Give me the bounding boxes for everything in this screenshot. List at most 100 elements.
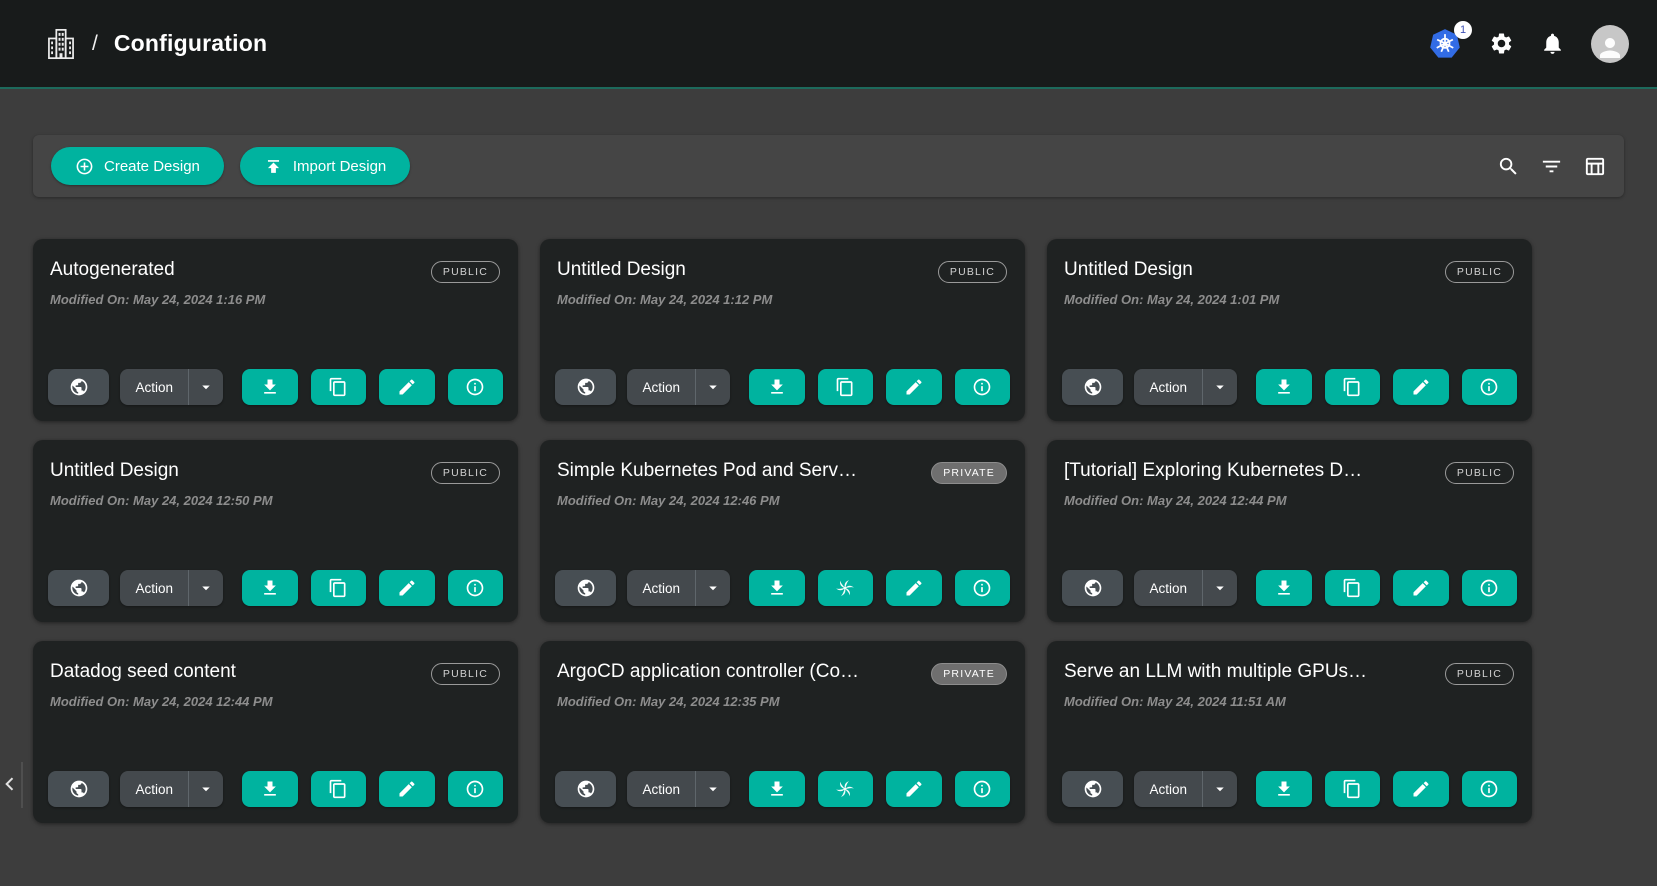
info-button[interactable] [1462,369,1518,405]
info-button[interactable] [1462,570,1518,606]
action-button[interactable]: Action [1134,369,1202,405]
clone-button[interactable] [818,369,874,405]
clone-button[interactable] [311,771,367,807]
info-icon [972,578,992,598]
clone-button[interactable] [311,570,367,606]
copy-icon [1342,779,1362,799]
chevron-down-icon [704,579,722,597]
publish-button[interactable] [48,771,109,807]
clone-button[interactable] [1325,771,1381,807]
copy-icon [1342,578,1362,598]
download-button[interactable] [242,570,298,606]
info-button[interactable] [448,369,504,405]
edit-button[interactable] [379,369,435,405]
action-dropdown-button[interactable] [695,771,730,807]
card-header: Untitled Design PUBLIC [1064,259,1514,283]
publish-button[interactable] [1062,369,1123,405]
publish-button[interactable] [555,369,616,405]
publish-button[interactable] [1062,570,1123,606]
appbar-actions: 1 [1429,25,1629,63]
publish-button[interactable] [1062,771,1123,807]
edit-button[interactable] [379,771,435,807]
visibility-badge: PRIVATE [931,462,1007,484]
chevron-down-icon [704,780,722,798]
action-split-button: Action [120,771,223,807]
person-icon [1595,33,1625,63]
download-button[interactable] [1256,570,1312,606]
notifications-button[interactable] [1540,31,1565,56]
download-button[interactable] [749,570,805,606]
edit-button[interactable] [1393,570,1449,606]
info-button[interactable] [955,771,1011,807]
clone-button[interactable] [1325,570,1381,606]
action-button[interactable]: Action [120,369,188,405]
table-view-button[interactable] [1583,155,1606,178]
design-title: ArgoCD application controller (Co… [557,661,859,683]
action-dropdown-button[interactable] [188,771,223,807]
action-button[interactable]: Action [627,570,695,606]
copy-icon [328,779,348,799]
publish-button[interactable] [48,369,109,405]
edit-button[interactable] [886,369,942,405]
edit-button[interactable] [1393,369,1449,405]
download-button[interactable] [242,771,298,807]
download-button[interactable] [1256,369,1312,405]
kubernetes-context-button[interactable]: 1 [1429,28,1463,60]
edit-button[interactable] [886,570,942,606]
clone-button[interactable] [311,369,367,405]
download-button[interactable] [1256,771,1312,807]
modified-on-text: Modified On: May 24, 2024 12:44 PM [50,694,500,709]
info-button[interactable] [448,771,504,807]
building-icon[interactable] [46,28,76,60]
clone-button[interactable] [818,771,874,807]
card-action-row: Action [1062,369,1517,405]
download-icon [1274,377,1294,397]
edit-button[interactable] [379,570,435,606]
publish-button[interactable] [555,771,616,807]
import-design-button[interactable]: Import Design [240,147,410,185]
download-icon [1274,578,1294,598]
action-button[interactable]: Action [627,771,695,807]
info-button[interactable] [448,570,504,606]
publish-button[interactable] [48,570,109,606]
search-button[interactable] [1497,155,1520,178]
designs-toolbar: Create Design Import Design [33,135,1624,197]
download-button[interactable] [242,369,298,405]
action-button[interactable]: Action [120,771,188,807]
download-icon [1274,779,1294,799]
card-header: Autogenerated PUBLIC [50,259,500,283]
edit-button[interactable] [1393,771,1449,807]
pencil-icon [397,578,417,598]
action-dropdown-button[interactable] [188,369,223,405]
action-button[interactable]: Action [627,369,695,405]
action-dropdown-button[interactable] [1202,771,1237,807]
info-button[interactable] [955,570,1011,606]
action-button[interactable]: Action [1134,771,1202,807]
filter-button[interactable] [1540,155,1563,178]
clone-button[interactable] [818,570,874,606]
user-avatar[interactable] [1591,25,1629,63]
edit-button[interactable] [886,771,942,807]
action-dropdown-button[interactable] [695,570,730,606]
design-title: [Tutorial] Exploring Kubernetes D… [1064,460,1362,482]
info-button[interactable] [955,369,1011,405]
download-button[interactable] [749,369,805,405]
settings-button[interactable] [1489,31,1514,56]
publish-button[interactable] [555,570,616,606]
action-dropdown-button[interactable] [188,570,223,606]
create-design-button[interactable]: Create Design [51,147,224,185]
action-button[interactable]: Action [120,570,188,606]
info-icon [1479,578,1499,598]
globe-icon [1083,377,1103,397]
action-dropdown-button[interactable] [695,369,730,405]
download-button[interactable] [749,771,805,807]
filter-icon [1540,155,1563,178]
action-button[interactable]: Action [1134,570,1202,606]
visibility-badge: PUBLIC [431,462,500,484]
action-dropdown-button[interactable] [1202,369,1237,405]
info-button[interactable] [1462,771,1518,807]
chevron-left-icon [0,771,20,797]
meshery-spiral-icon [835,779,855,799]
action-dropdown-button[interactable] [1202,570,1237,606]
clone-button[interactable] [1325,369,1381,405]
